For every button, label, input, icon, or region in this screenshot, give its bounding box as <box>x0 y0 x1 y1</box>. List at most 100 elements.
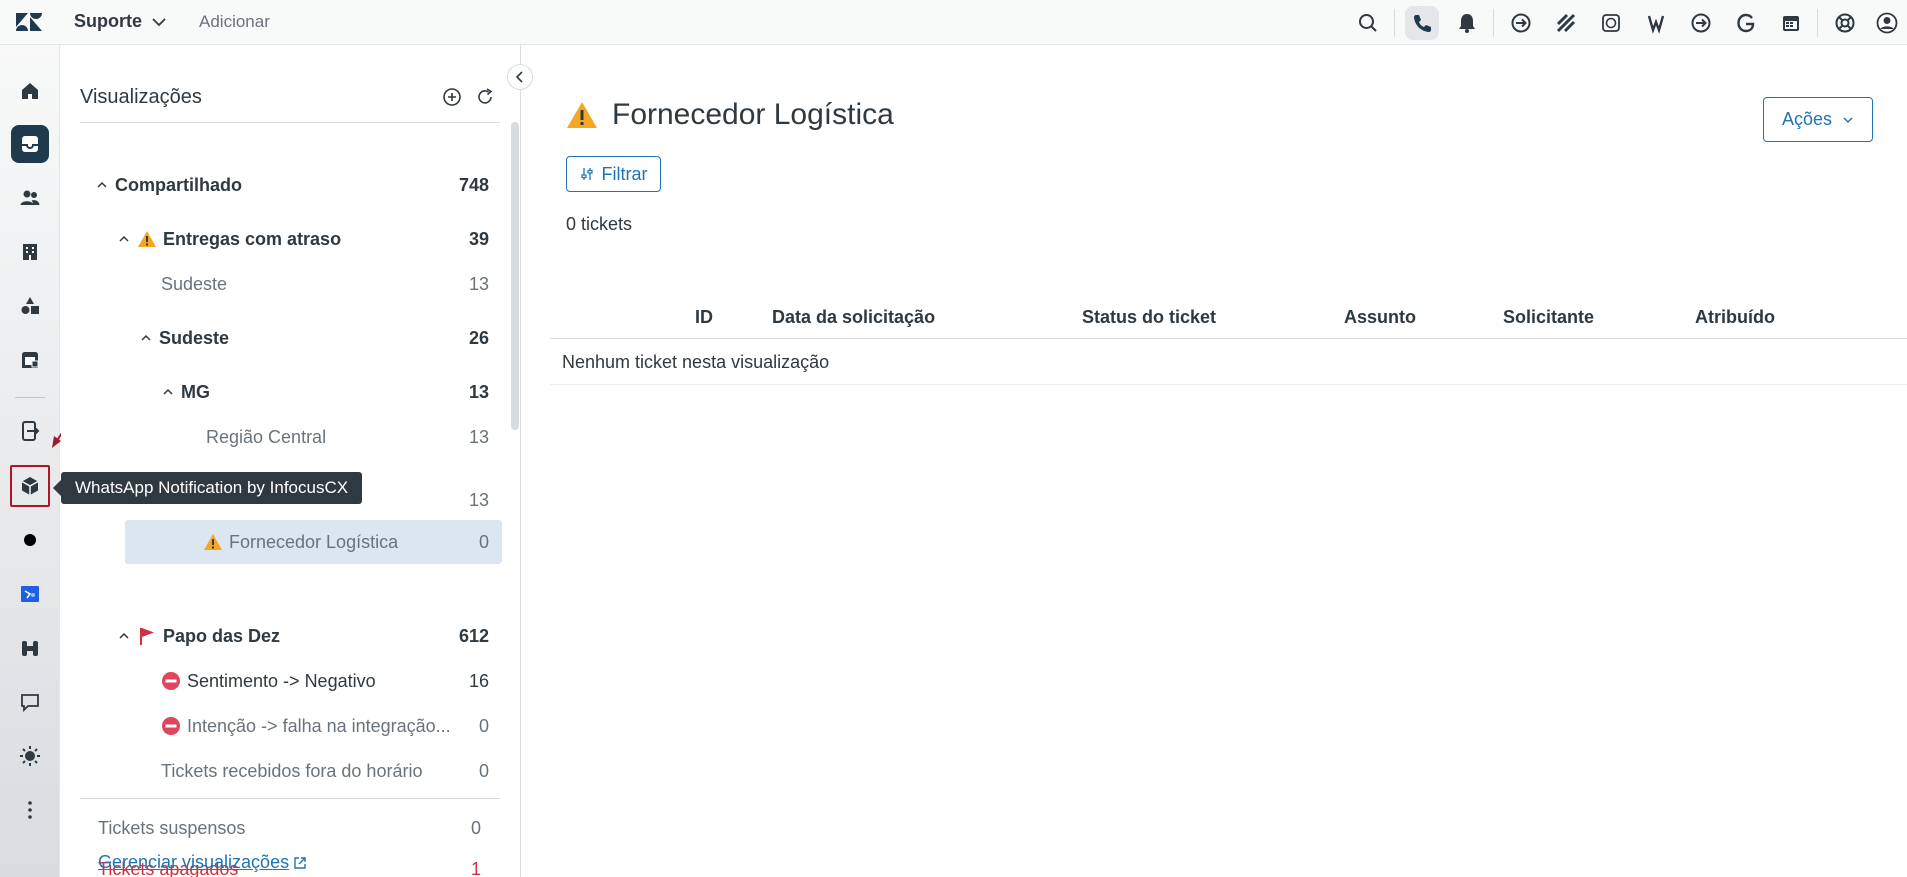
view-group-mg[interactable]: MG 13 <box>161 372 489 412</box>
add-button[interactable]: Adicionar <box>199 12 270 32</box>
dot-icon <box>24 534 36 546</box>
main-content: Fornecedor Logística Ações Filtrar 0 tic… <box>522 45 1907 877</box>
view-label: Sudeste <box>159 327 230 348</box>
chevron-up-icon <box>119 235 129 242</box>
no-entry-icon <box>161 671 181 691</box>
nav-app-dot[interactable] <box>11 521 49 559</box>
warning-icon <box>137 229 157 249</box>
view-item-sentimento-negativo[interactable]: Sentimento -> Negativo 16 <box>161 661 489 701</box>
divider <box>1817 8 1818 37</box>
view-count: 13 <box>468 273 489 294</box>
view-label: Sentimento -> Negativo <box>187 670 376 691</box>
app-button-1[interactable] <box>1498 0 1543 45</box>
nav-home[interactable] <box>11 72 49 110</box>
nav-customers[interactable] <box>11 179 49 217</box>
nav-app-sun[interactable] <box>11 737 49 775</box>
manage-views-label: Gerenciar visualizações <box>98 852 290 872</box>
product-switcher[interactable]: Suporte <box>74 11 168 32</box>
phone-icon <box>1413 14 1431 32</box>
app-button-6[interactable] <box>1723 0 1768 45</box>
view-group-sudeste[interactable]: Sudeste 26 <box>139 318 489 358</box>
nav-organizations[interactable] <box>11 233 49 271</box>
actions-button[interactable]: Ações <box>1763 97 1873 142</box>
nav-more[interactable] <box>11 791 49 829</box>
view-label: Tickets suspensos <box>98 817 246 838</box>
view-item-fornecedor-logistica[interactable]: Fornecedor Logística 0 <box>125 520 502 564</box>
view-group-shared[interactable]: Compartilhado 748 <box>95 165 489 205</box>
view-item-tickets-suspensos[interactable]: Tickets suspensos 0 <box>98 808 481 848</box>
binoculars-icon <box>22 641 38 656</box>
notifications-button[interactable] <box>1444 0 1489 45</box>
search-icon <box>1358 13 1377 32</box>
profile-icon <box>1876 12 1898 33</box>
warning-icon <box>203 532 223 552</box>
view-label: Tickets recebidos fora do horário <box>161 760 423 781</box>
collapse-views-button[interactable] <box>507 64 533 90</box>
column-id[interactable]: ID <box>695 307 713 328</box>
nav-app-whatsapp-notification[interactable] <box>10 465 50 507</box>
add-view-button[interactable] <box>440 85 464 109</box>
view-count: 0 <box>478 715 489 736</box>
flag-icon <box>137 626 157 646</box>
nav-reports[interactable] <box>11 287 49 325</box>
table-header: ID Data da solicitação Status do ticket … <box>550 293 1907 339</box>
phone-button-bg <box>1404 5 1439 40</box>
view-label: Entregas com atraso <box>163 228 342 249</box>
users-icon <box>20 190 40 205</box>
help-button[interactable] <box>1822 0 1867 45</box>
view-group-delayed-deliveries[interactable]: Entregas com atraso 39 <box>117 219 489 259</box>
top-bar: Suporte Adicionar <box>0 0 1907 45</box>
chevron-left-icon <box>515 71 523 83</box>
shapes-icon <box>21 297 39 314</box>
chevron-down-icon <box>1843 116 1853 123</box>
view-label: Fornecedor Logística <box>229 531 399 552</box>
page-title-text: Fornecedor Logística <box>612 98 894 131</box>
search-button[interactable] <box>1345 0 1390 45</box>
view-item-regiao-central[interactable]: Região Central 13 <box>206 417 489 457</box>
view-count: 13 <box>468 381 489 402</box>
app-button-7[interactable] <box>1768 0 1813 45</box>
ticket-count: 0 tickets <box>566 214 633 234</box>
filter-button[interactable]: Filtrar <box>566 156 661 192</box>
divider <box>1394 8 1395 37</box>
nav-workspace[interactable] <box>11 341 49 379</box>
views-title: Visualizações <box>80 86 202 108</box>
calendar-icon <box>1782 15 1799 31</box>
app-button-5[interactable] <box>1678 0 1723 45</box>
grid-app-icon <box>1556 13 1575 32</box>
chevron-down-icon <box>152 17 166 26</box>
views-scrollbar[interactable] <box>511 122 519 430</box>
column-ticket-status[interactable]: Status do ticket <box>1082 307 1216 328</box>
nav-app-blue[interactable] <box>11 575 49 613</box>
nav-app-binoculars[interactable] <box>11 629 49 667</box>
app-button-2[interactable] <box>1543 0 1588 45</box>
view-group-papo-das-dez[interactable]: Papo das Dez 612 <box>117 616 489 656</box>
app-tooltip: WhatsApp Notification by InfocusCX <box>52 472 363 504</box>
view-item-tickets-fora-horario[interactable]: Tickets recebidos fora do horário 0 <box>161 751 489 791</box>
warning-icon <box>567 102 597 128</box>
chevron-up-icon <box>119 632 129 639</box>
column-request-date[interactable]: Data da solicitação <box>772 307 935 328</box>
app-button-4[interactable] <box>1633 0 1678 45</box>
column-requester[interactable]: Solicitante <box>1503 307 1594 328</box>
sun-icon <box>20 746 40 766</box>
app-button-3[interactable] <box>1588 0 1633 45</box>
view-item-sudeste[interactable]: Sudeste 13 <box>161 264 489 304</box>
column-assignee[interactable]: Atribuído <box>1695 307 1775 328</box>
view-count: 13 <box>468 489 489 510</box>
nav-app-transfer[interactable] <box>11 412 49 450</box>
page-title: Fornecedor Logística <box>566 98 894 132</box>
nav-views[interactable] <box>11 125 49 163</box>
refresh-views-button[interactable] <box>473 85 497 109</box>
views-panel: Visualizações Compartilhado 748 Entregas… <box>61 45 521 877</box>
view-item-intencao-falha-integracao[interactable]: Intenção -> falha na integração... 0 <box>161 706 489 746</box>
building-icon <box>23 244 37 260</box>
manage-views-link[interactable]: Gerenciar visualizações <box>98 852 307 873</box>
left-nav <box>0 45 60 877</box>
column-subject[interactable]: Assunto <box>1344 307 1416 328</box>
phone-button[interactable] <box>1399 0 1444 45</box>
view-count: 0 <box>470 817 481 838</box>
nav-app-chat[interactable] <box>11 683 49 721</box>
zendesk-logo-icon[interactable] <box>14 10 44 34</box>
profile-button[interactable] <box>1867 0 1907 45</box>
